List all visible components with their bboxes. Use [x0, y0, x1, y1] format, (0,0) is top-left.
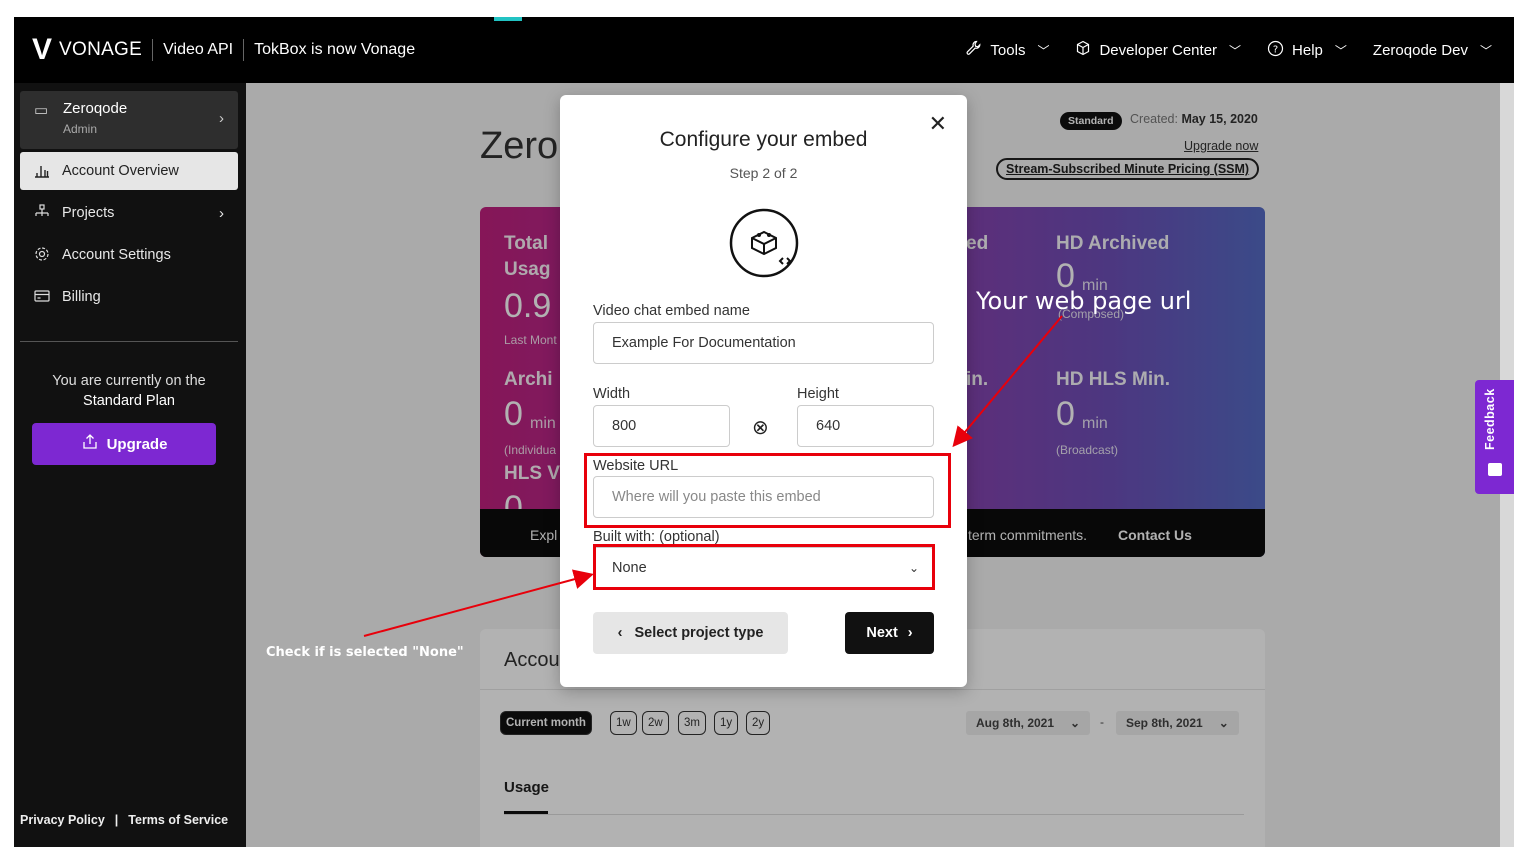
chevron-down-icon: ﹀: [1334, 43, 1347, 58]
website-url-highlight: [584, 453, 951, 528]
sidebar-item-label: Account Settings: [62, 247, 171, 263]
chevron-down-icon: ﹀: [1229, 43, 1242, 58]
sidebar-item-label: Projects: [62, 205, 115, 221]
next-button-label: Next: [866, 625, 898, 641]
sidebar-item-account-settings[interactable]: Account Settings: [20, 236, 238, 274]
built-with-highlight: [593, 544, 935, 590]
feedback-tab[interactable]: Feedback: [1475, 380, 1514, 494]
bar-chart-icon: [32, 161, 52, 182]
app-window: V VONAGE Video API TokBox is now Vonage …: [14, 17, 1514, 847]
svg-text:?: ?: [1273, 44, 1278, 55]
sidebar-divider: [20, 341, 238, 342]
plan-info: You are currently on the Standard Plan: [20, 371, 238, 411]
terms-of-service-link[interactable]: Terms of Service: [128, 813, 228, 827]
select-project-type-button[interactable]: ‹ Select project type: [593, 612, 788, 654]
vonage-logo-icon[interactable]: V: [32, 33, 52, 67]
tagline: TokBox is now Vonage: [254, 41, 416, 58]
sidebar-item-projects[interactable]: Projects ›: [20, 194, 238, 232]
account-icon: ▭: [34, 102, 49, 119]
sidebar-item-billing[interactable]: Billing: [20, 278, 238, 316]
privacy-policy-link[interactable]: Privacy Policy: [20, 813, 105, 827]
user-menu-label: Zeroqode Dev: [1372, 41, 1468, 59]
account-switcher[interactable]: ▭ Zeroqode Admin ›: [20, 91, 238, 149]
upload-icon: [81, 433, 99, 455]
nav-developer-center[interactable]: Developer Center ﹀: [1075, 40, 1241, 60]
sidebar-item-account-overview[interactable]: Account Overview: [20, 152, 238, 190]
embed-name-label: Video chat embed name: [593, 303, 750, 319]
top-accent: [494, 17, 522, 21]
configure-embed-modal: ✕ Configure your embed Step 2 of 2 Video…: [560, 95, 967, 687]
width-input[interactable]: 800: [593, 405, 730, 447]
link-dimensions-icon[interactable]: ⊗: [752, 415, 769, 440]
account-name: Zeroqode: [63, 100, 128, 117]
product-name[interactable]: Video API: [163, 41, 233, 59]
back-button-label: Select project type: [634, 625, 764, 641]
nav-user-menu[interactable]: Zeroqode Dev ﹀: [1373, 42, 1492, 59]
chevron-left-icon: ‹: [617, 625, 623, 641]
nav-help[interactable]: ? Help ﹀: [1267, 40, 1347, 61]
gear-icon: [32, 245, 52, 266]
nav-help-label: Help: [1292, 41, 1323, 59]
top-bar: V VONAGE Video API TokBox is now Vonage …: [14, 17, 1514, 83]
account-role: Admin: [63, 122, 98, 136]
logo-text[interactable]: VONAGE: [59, 39, 142, 61]
chevron-right-icon: ›: [219, 110, 224, 127]
footer-divider: |: [114, 813, 119, 827]
embed-block-icon: [729, 208, 799, 278]
height-input[interactable]: 640: [797, 405, 934, 447]
divider: [243, 39, 245, 61]
height-label: Height: [797, 386, 839, 402]
annotation-none-note: Check if is selected "None": [266, 645, 464, 660]
card-icon: [32, 287, 52, 308]
help-circle-icon: ?: [1267, 40, 1284, 61]
upgrade-label: Upgrade: [106, 435, 168, 453]
plan-name: Standard Plan: [83, 393, 175, 409]
nav-developer-center-label: Developer Center: [1099, 41, 1218, 59]
top-nav: Tools ﹀ Developer Center ﹀ ? Help ﹀ Zero…: [966, 17, 1492, 83]
chevron-right-icon: ›: [907, 625, 913, 641]
chat-icon: [1488, 463, 1502, 476]
sidebar-item-label: Billing: [62, 289, 101, 305]
cube-icon: [1075, 40, 1091, 60]
embed-name-input[interactable]: Example For Documentation: [593, 322, 934, 364]
sidebar-item-label: Account Overview: [62, 163, 179, 179]
hierarchy-icon: [32, 203, 52, 224]
plan-prefix: You are currently on the: [52, 373, 206, 389]
wrench-icon: [966, 40, 982, 60]
upgrade-button[interactable]: Upgrade: [32, 423, 216, 465]
annotation-url-note: Your web page url: [976, 287, 1192, 315]
next-button[interactable]: Next ›: [845, 612, 934, 654]
nav-tools[interactable]: Tools ﹀: [966, 40, 1049, 60]
modal-title: Configure your embed: [659, 128, 868, 151]
divider: [152, 39, 154, 61]
chevron-right-icon: ›: [219, 204, 224, 222]
sidebar: ▭ Zeroqode Admin › Account Overview Proj…: [14, 83, 246, 847]
chevron-down-icon: ﹀: [1037, 43, 1050, 58]
nav-tools-label: Tools: [990, 41, 1026, 59]
sidebar-footer: Privacy Policy | Terms of Service: [20, 813, 228, 827]
chevron-down-icon: ﹀: [1479, 43, 1492, 58]
width-label: Width: [593, 386, 631, 402]
feedback-label: Feedback: [1483, 388, 1497, 450]
built-with-label: Built with: (optional): [593, 529, 720, 545]
modal-step: Step 2 of 2: [729, 165, 798, 181]
